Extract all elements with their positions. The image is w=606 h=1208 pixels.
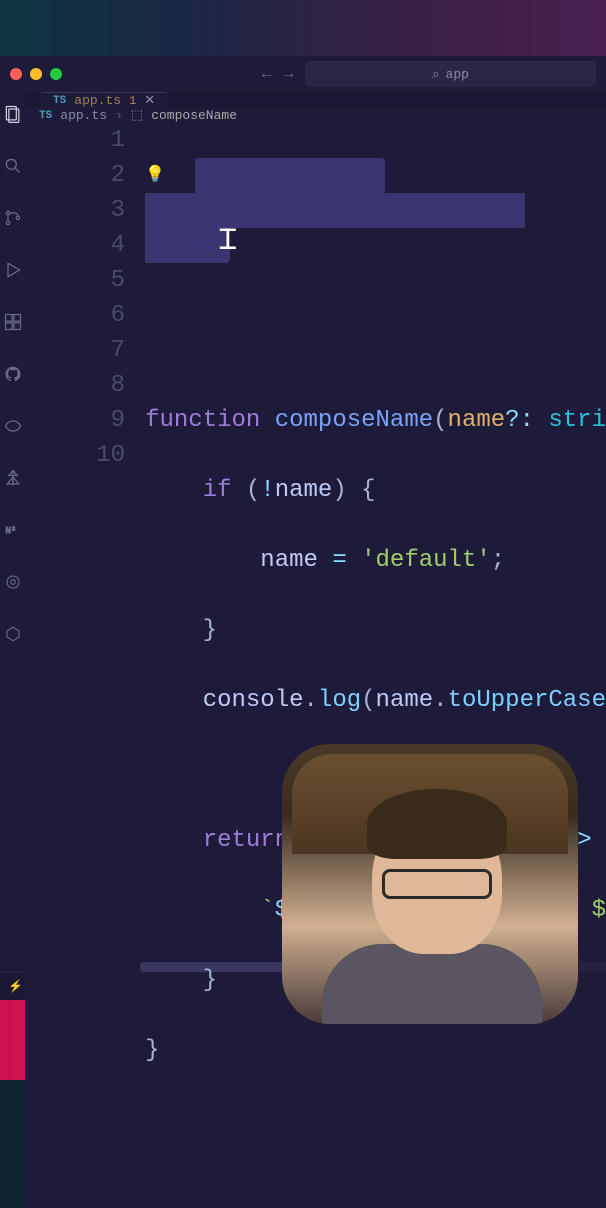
breadcrumb-symbol: composeName: [151, 108, 237, 123]
command-center[interactable]: ⌕ app: [305, 61, 596, 87]
debug-icon[interactable]: [3, 260, 23, 280]
webcam-overlay: [282, 744, 578, 1024]
minimize-window-button[interactable]: [30, 68, 42, 80]
text-cursor-icon: Ꮖ: [219, 223, 237, 258]
line-numbers: 1 2 3 4 5 6 7 8 9 10: [25, 123, 145, 1208]
nav-arrows: ← →: [262, 65, 293, 83]
text-selection: [145, 228, 230, 263]
search-text: app: [446, 67, 469, 82]
chevron-right-icon: ›: [115, 108, 123, 123]
activity-bar: N²: [0, 92, 25, 972]
text-selection: [195, 158, 385, 193]
tab-bar: TS app.ts 1 ✕: [25, 92, 606, 108]
nav-back-icon[interactable]: ←: [262, 65, 272, 83]
code-content[interactable]: 💡 Ꮖ function composeName(name?: stri if …: [145, 123, 606, 1208]
code-editor[interactable]: 1 2 3 4 5 6 7 8 9 10 💡 Ꮖ fu: [25, 123, 606, 1208]
maximize-window-button[interactable]: [50, 68, 62, 80]
search-activity-icon[interactable]: [3, 156, 23, 176]
symbol-icon: ⬚: [131, 108, 143, 123]
window-controls: [10, 68, 62, 80]
ts-file-icon: TS: [53, 95, 66, 107]
misc-icon[interactable]: N²: [3, 520, 23, 540]
titlebar: ← → ⌕ app: [0, 56, 606, 92]
breadcrumb-file: app.ts: [60, 108, 107, 123]
nav-forward-icon[interactable]: →: [284, 65, 294, 83]
git-lens-icon[interactable]: [3, 416, 23, 436]
source-control-icon[interactable]: [3, 208, 23, 228]
tab-problem-badge: 1: [129, 94, 136, 108]
close-tab-icon[interactable]: ✕: [144, 93, 155, 108]
github-icon[interactable]: [3, 364, 23, 384]
extensions-icon[interactable]: [3, 312, 23, 332]
explorer-icon[interactable]: [3, 104, 23, 124]
text-selection: [145, 193, 525, 228]
remote-icon: ⚡: [8, 979, 23, 994]
remote-indicator[interactable]: ⚡: [8, 979, 23, 994]
breadcrumb[interactable]: TS app.ts › ⬚ composeName: [25, 108, 606, 123]
tree-icon[interactable]: [3, 468, 23, 488]
close-window-button[interactable]: [10, 68, 22, 80]
tab-app-ts[interactable]: TS app.ts 1 ✕: [41, 92, 167, 108]
ts-file-icon: TS: [39, 110, 52, 122]
search-icon: ⌕: [432, 67, 439, 82]
svg-text:N²: N²: [5, 526, 16, 536]
gear-icon[interactable]: [3, 572, 23, 592]
top-decoration: [0, 0, 606, 56]
tab-filename: app.ts: [74, 93, 121, 108]
lightbulb-icon[interactable]: 💡: [145, 158, 165, 193]
hex-icon[interactable]: [3, 624, 23, 644]
